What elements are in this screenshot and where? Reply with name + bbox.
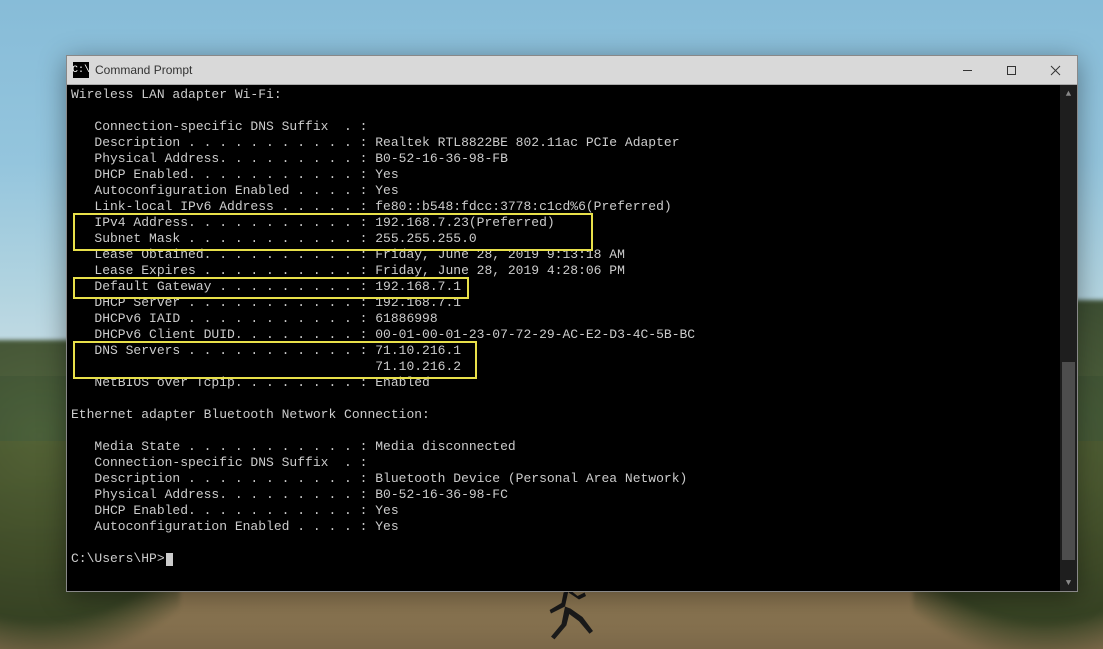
console-line: Ethernet adapter Bluetooth Network Conne… (71, 407, 1060, 423)
scrollbar-track[interactable] (1060, 102, 1077, 574)
console-line (71, 423, 1060, 439)
console-line: DHCP Server . . . . . . . . . . . : 192.… (71, 295, 1060, 311)
console-line: NetBIOS over Tcpip. . . . . . . . : Enab… (71, 375, 1060, 391)
cmd-window: C:\ Command Prompt Wireless LAN adapter … (66, 55, 1078, 592)
prompt-text: C:\Users\HP> (71, 551, 165, 566)
console-line: DHCPv6 IAID . . . . . . . . . . . : 6188… (71, 311, 1060, 327)
window-client-area: Wireless LAN adapter Wi-Fi: Connection-s… (67, 85, 1077, 591)
console-line: Connection-specific DNS Suffix . : (71, 455, 1060, 471)
console-line: DHCP Enabled. . . . . . . . . . . : Yes (71, 503, 1060, 519)
desktop-background: C:\ Command Prompt Wireless LAN adapter … (0, 0, 1103, 649)
console-line: Subnet Mask . . . . . . . . . . . : 255.… (71, 231, 1060, 247)
console-line: Physical Address. . . . . . . . . : B0-5… (71, 151, 1060, 167)
console-output[interactable]: Wireless LAN adapter Wi-Fi: Connection-s… (67, 85, 1060, 591)
console-line: Link-local IPv6 Address . . . . . : fe80… (71, 199, 1060, 215)
cursor (166, 553, 173, 566)
console-line: Physical Address. . . . . . . . . : B0-5… (71, 487, 1060, 503)
console-line: Media State . . . . . . . . . . . : Medi… (71, 439, 1060, 455)
console-line: IPv4 Address. . . . . . . . . . . : 192.… (71, 215, 1060, 231)
console-line: Connection-specific DNS Suffix . : (71, 119, 1060, 135)
console-line: DHCP Enabled. . . . . . . . . . . : Yes (71, 167, 1060, 183)
close-button[interactable] (1033, 56, 1077, 84)
cmd-icon: C:\ (73, 62, 89, 78)
scrollbar-down-arrow-icon[interactable]: ▼ (1060, 574, 1077, 591)
console-line: Description . . . . . . . . . . . : Real… (71, 135, 1060, 151)
window-titlebar[interactable]: C:\ Command Prompt (67, 56, 1077, 85)
minimize-button[interactable] (945, 56, 989, 84)
vertical-scrollbar[interactable]: ▲ ▼ (1060, 85, 1077, 591)
console-line: Description . . . . . . . . . . . : Blue… (71, 471, 1060, 487)
console-line: Lease Expires . . . . . . . . . . : Frid… (71, 263, 1060, 279)
maximize-button[interactable] (989, 56, 1033, 84)
console-line: Wireless LAN adapter Wi-Fi: (71, 87, 1060, 103)
console-line: Autoconfiguration Enabled . . . . : Yes (71, 519, 1060, 535)
scrollbar-up-arrow-icon[interactable]: ▲ (1060, 85, 1077, 102)
console-line: Autoconfiguration Enabled . . . . : Yes (71, 183, 1060, 199)
console-line: DHCPv6 Client DUID. . . . . . . . : 00-0… (71, 327, 1060, 343)
console-line: DNS Servers . . . . . . . . . . . : 71.1… (71, 343, 1060, 359)
scrollbar-thumb[interactable] (1062, 362, 1075, 560)
console-line (71, 535, 1060, 551)
console-line: Default Gateway . . . . . . . . . : 192.… (71, 279, 1060, 295)
console-line (71, 103, 1060, 119)
console-line (71, 391, 1060, 407)
console-prompt-line[interactable]: C:\Users\HP> (71, 551, 1060, 567)
window-title: Command Prompt (95, 63, 945, 77)
console-line: Lease Obtained. . . . . . . . . . : Frid… (71, 247, 1060, 263)
console-line: 71.10.216.2 (71, 359, 1060, 375)
